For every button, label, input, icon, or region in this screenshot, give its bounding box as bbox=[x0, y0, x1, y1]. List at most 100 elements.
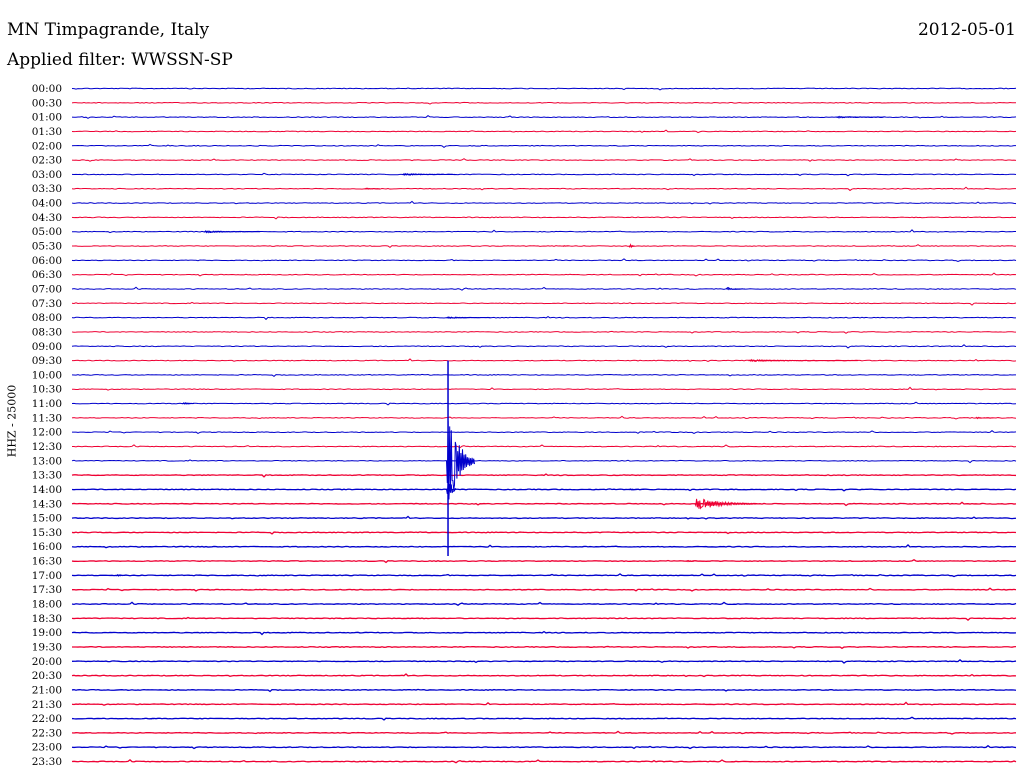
event-burst-3 bbox=[203, 229, 261, 234]
trace-2330 bbox=[71, 759, 1017, 764]
trace-0000 bbox=[71, 87, 1017, 91]
row-label-1630: 16:30 bbox=[32, 556, 62, 568]
trace-0700 bbox=[71, 286, 1017, 291]
trace-2200 bbox=[71, 716, 1017, 721]
trace-1800 bbox=[71, 601, 1017, 606]
trace-0530 bbox=[71, 244, 1017, 248]
row-label-2030: 20:30 bbox=[32, 670, 62, 682]
row-label-1730: 17:30 bbox=[32, 584, 62, 596]
trace-1030 bbox=[71, 386, 1017, 391]
row-label-0830: 08:30 bbox=[32, 326, 62, 338]
row-label-1030: 10:30 bbox=[32, 384, 62, 396]
trace-1530 bbox=[71, 531, 1017, 535]
trace-1200 bbox=[72, 430, 1017, 435]
trace-0730 bbox=[71, 301, 1017, 306]
trace-0230 bbox=[71, 158, 1017, 162]
row-label-2000: 20:00 bbox=[32, 656, 62, 668]
row-label-0900: 09:00 bbox=[32, 341, 62, 353]
trace-1230 bbox=[71, 444, 1017, 449]
trace-0030 bbox=[71, 101, 1017, 105]
row-label-0030: 00:30 bbox=[32, 97, 62, 109]
row-label-0730: 07:30 bbox=[32, 298, 62, 310]
trace-1300 bbox=[71, 459, 1017, 464]
trace-0130 bbox=[71, 129, 1017, 134]
trace-1730 bbox=[71, 587, 1017, 592]
trace-0800 bbox=[71, 315, 1017, 321]
row-label-1430: 14:30 bbox=[32, 498, 62, 510]
row-label-1900: 19:00 bbox=[32, 627, 62, 639]
trace-0830 bbox=[71, 330, 1017, 334]
row-label-1830: 18:30 bbox=[32, 613, 62, 625]
trace-1900 bbox=[71, 630, 1017, 636]
helicorder-plot: 00:00 00:30 01:00 01:30 02:00 02:30 03:00 03:30… bbox=[32, 83, 1017, 768]
row-label-0530: 05:30 bbox=[32, 241, 62, 253]
trace-1600 bbox=[71, 543, 1017, 549]
row-label-0330: 03:30 bbox=[32, 183, 62, 195]
row-label-1330: 13:30 bbox=[32, 470, 62, 482]
row-label-0630: 06:30 bbox=[32, 269, 62, 281]
row-label-1700: 17:00 bbox=[32, 570, 62, 582]
row-label-1100: 11:00 bbox=[32, 398, 62, 410]
row-label-0800: 08:00 bbox=[32, 312, 62, 324]
row-label-0100: 01:00 bbox=[32, 112, 62, 124]
trace-1430 bbox=[71, 501, 1017, 507]
trace-2000 bbox=[71, 658, 1017, 664]
row-label-2230: 22:30 bbox=[32, 727, 62, 739]
trace-1330 bbox=[71, 473, 1017, 478]
row-label-0500: 05:00 bbox=[32, 226, 62, 238]
event-burst-5 bbox=[562, 245, 569, 247]
row-label-2200: 22:00 bbox=[32, 713, 62, 725]
trace-2300 bbox=[71, 744, 1017, 750]
row-label-1800: 18:00 bbox=[32, 599, 62, 611]
row-label-1400: 14:00 bbox=[32, 484, 62, 496]
trace-2230 bbox=[71, 730, 1017, 735]
event-burst-17 bbox=[150, 717, 155, 720]
row-label-1500: 15:00 bbox=[32, 513, 62, 525]
row-label-0300: 03:00 bbox=[32, 169, 62, 181]
trace-0900 bbox=[71, 344, 1017, 349]
row-label-2130: 21:30 bbox=[32, 699, 62, 711]
event-burst-15 bbox=[685, 559, 705, 563]
row-label-0600: 06:00 bbox=[32, 255, 62, 267]
row-label-2330: 23:30 bbox=[32, 756, 62, 768]
row-label-1000: 10:00 bbox=[32, 369, 62, 381]
row-label-0000: 00:00 bbox=[32, 83, 62, 95]
row-label-0930: 09:30 bbox=[32, 355, 62, 367]
trace-1500 bbox=[71, 515, 1017, 520]
trace-lines bbox=[71, 87, 1017, 764]
row-label-0400: 04:00 bbox=[32, 198, 62, 210]
trace-2100 bbox=[71, 688, 1017, 693]
row-label-2300: 23:00 bbox=[32, 742, 62, 754]
row-label-0230: 02:30 bbox=[32, 155, 62, 167]
trace-0630 bbox=[71, 272, 1017, 277]
row-label-1130: 11:30 bbox=[32, 412, 62, 424]
trace-0400 bbox=[71, 200, 1017, 205]
row-label-0430: 04:30 bbox=[32, 212, 62, 224]
trace-1400 bbox=[71, 488, 1017, 492]
trace-1700 bbox=[71, 573, 1017, 578]
row-label-1930: 19:30 bbox=[32, 641, 62, 653]
trace-0200 bbox=[71, 143, 1017, 148]
trace-1830 bbox=[71, 616, 1017, 621]
row-labels: 00:00 00:30 01:00 01:30 02:00 02:30 03:00 03:30… bbox=[32, 83, 62, 768]
trace-0430 bbox=[71, 216, 1017, 220]
trace-1630 bbox=[71, 559, 1017, 564]
row-label-1530: 15:30 bbox=[32, 527, 62, 539]
trace-0330 bbox=[71, 186, 1017, 192]
trace-1100 bbox=[71, 401, 1017, 406]
row-label-0200: 02:00 bbox=[32, 140, 62, 152]
row-label-1230: 12:30 bbox=[32, 441, 62, 453]
event-burst-7 bbox=[446, 316, 491, 320]
trace-1000 bbox=[71, 373, 1017, 378]
trace-1130 bbox=[71, 415, 1017, 420]
trace-2030 bbox=[71, 673, 1017, 678]
row-label-2100: 21:00 bbox=[32, 684, 62, 696]
row-label-1600: 16:00 bbox=[32, 541, 62, 553]
row-label-1200: 12:00 bbox=[32, 427, 62, 439]
trace-2130 bbox=[71, 701, 1017, 706]
row-label-0130: 01:30 bbox=[32, 126, 62, 138]
trace-1930 bbox=[71, 645, 1017, 650]
trace-0600 bbox=[71, 258, 1017, 262]
trace-0930 bbox=[71, 358, 1017, 363]
trace-0300 bbox=[71, 172, 1017, 177]
